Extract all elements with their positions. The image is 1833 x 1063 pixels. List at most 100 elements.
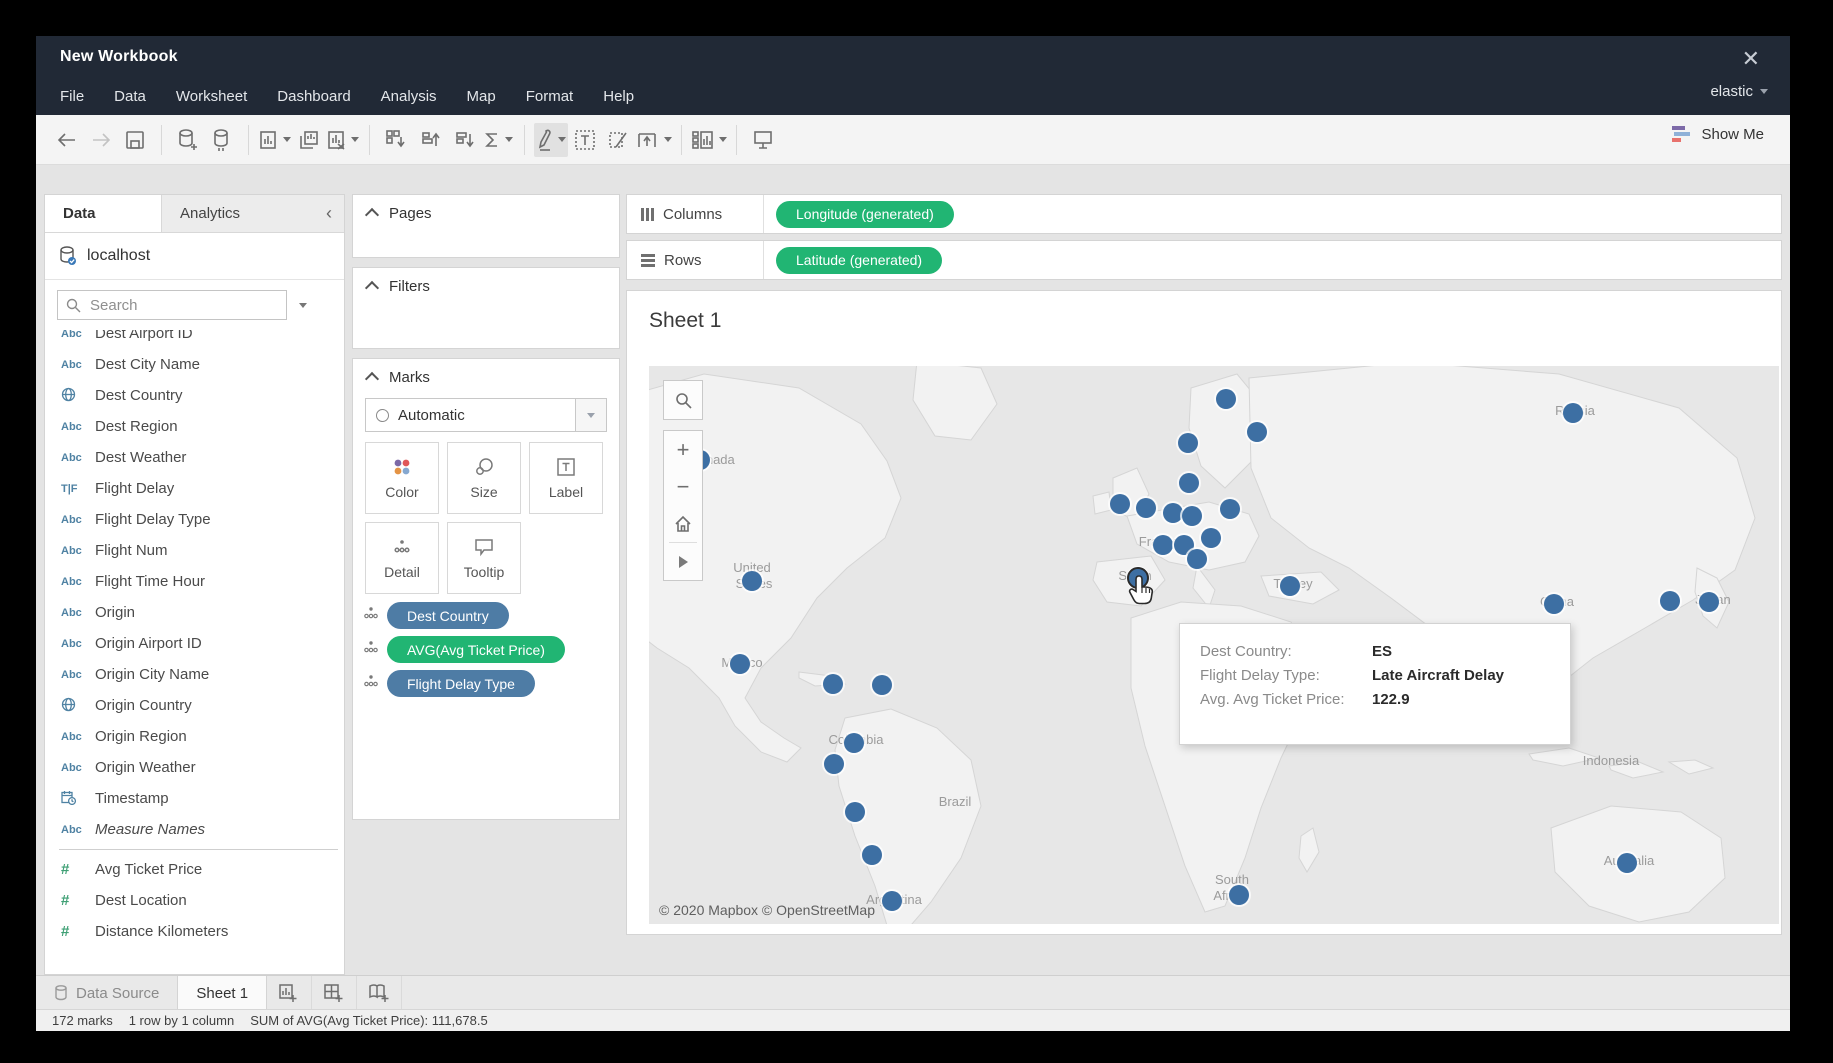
- field-item[interactable]: #Dest Location: [45, 885, 344, 916]
- field-item[interactable]: #Distance Kilometers: [45, 916, 344, 947]
- pause-updates-button[interactable]: [205, 123, 239, 157]
- field-item[interactable]: AbcOrigin Airport ID: [45, 628, 344, 659]
- show-hide-cards-button[interactable]: [691, 123, 727, 157]
- zoom-in-button[interactable]: +: [664, 431, 702, 468]
- field-item[interactable]: AbcMeasure Names: [45, 814, 344, 845]
- map-mark[interactable]: [824, 754, 844, 774]
- map-mark[interactable]: [1280, 576, 1300, 596]
- fix-axes-button[interactable]: [636, 123, 672, 157]
- new-worksheet-button[interactable]: [258, 123, 292, 157]
- menu-data[interactable]: Data: [114, 88, 146, 105]
- map-mark[interactable]: [742, 571, 762, 591]
- field-item[interactable]: AbcDest Region: [45, 411, 344, 442]
- menu-help[interactable]: Help: [603, 88, 634, 105]
- map-mark[interactable]: [1136, 498, 1156, 518]
- search-box[interactable]: [57, 290, 287, 320]
- new-story-tab-button[interactable]: [357, 976, 402, 1010]
- field-item[interactable]: AbcFlight Num: [45, 535, 344, 566]
- map-mark[interactable]: [1563, 403, 1583, 423]
- field-item[interactable]: AbcFlight Time Hour: [45, 566, 344, 597]
- collapse-chevron-icon[interactable]: [365, 372, 379, 386]
- map-mark[interactable]: [862, 845, 882, 865]
- map-mark[interactable]: [1110, 494, 1130, 514]
- zoom-home-button[interactable]: [664, 505, 702, 542]
- presentation-mode-button[interactable]: [746, 123, 780, 157]
- menu-format[interactable]: Format: [526, 88, 574, 105]
- pan-controls-button[interactable]: [664, 543, 702, 580]
- collapse-pane-icon[interactable]: ‹: [314, 195, 344, 232]
- map-mark[interactable]: [1178, 433, 1198, 453]
- field-item[interactable]: Dest Country: [45, 380, 344, 411]
- sort-descending-button[interactable]: [447, 123, 481, 157]
- highlight-button[interactable]: [534, 123, 568, 157]
- marks-pill[interactable]: Flight Delay Type: [387, 670, 535, 697]
- menu-dashboard[interactable]: Dashboard: [277, 88, 350, 105]
- menu-map[interactable]: Map: [467, 88, 496, 105]
- map-view[interactable]: CanadaUnitedStatesMexicoColombiaBrazilAr…: [649, 366, 1779, 924]
- menu-worksheet[interactable]: Worksheet: [176, 88, 247, 105]
- color-button[interactable]: Color: [365, 442, 439, 514]
- map-mark[interactable]: [1182, 506, 1202, 526]
- shelf-pill[interactable]: Latitude (generated): [776, 247, 942, 274]
- field-item[interactable]: Origin Country: [45, 690, 344, 721]
- new-datasource-button[interactable]: [171, 123, 205, 157]
- map-mark[interactable]: [1187, 549, 1207, 569]
- show-me-button[interactable]: Show Me: [1670, 125, 1764, 143]
- map-mark[interactable]: [1216, 389, 1236, 409]
- tab-data-source[interactable]: Data Source: [36, 976, 177, 1010]
- map-search-button[interactable]: [663, 380, 703, 420]
- field-item[interactable]: Timestamp: [45, 783, 344, 814]
- field-item[interactable]: T|FFlight Delay: [45, 473, 344, 504]
- tab-analytics[interactable]: Analytics: [162, 195, 314, 232]
- map-mark[interactable]: [844, 733, 864, 753]
- tab-data[interactable]: Data: [45, 195, 162, 232]
- size-button[interactable]: Size: [447, 442, 521, 514]
- detail-button[interactable]: Detail: [365, 522, 439, 594]
- field-item[interactable]: AbcOrigin Region: [45, 721, 344, 752]
- field-item[interactable]: AbcOrigin Weather: [45, 752, 344, 783]
- columns-shelf[interactable]: Columns Longitude (generated): [626, 194, 1782, 234]
- connection-row[interactable]: localhost: [45, 233, 344, 280]
- menu-analysis[interactable]: Analysis: [381, 88, 437, 105]
- map-mark[interactable]: [730, 654, 750, 674]
- duplicate-sheet-button[interactable]: [292, 123, 326, 157]
- map-mark[interactable]: [1163, 503, 1183, 523]
- map-mark[interactable]: [1220, 499, 1240, 519]
- mark-type-caret[interactable]: [575, 399, 606, 431]
- collapse-chevron-icon[interactable]: [365, 208, 379, 222]
- field-item[interactable]: AbcOrigin City Name: [45, 659, 344, 690]
- map-mark[interactable]: [882, 891, 902, 911]
- map-mark[interactable]: [1544, 594, 1564, 614]
- map-mark[interactable]: [845, 802, 865, 822]
- menu-file[interactable]: File: [60, 88, 84, 105]
- map-mark[interactable]: [1153, 535, 1173, 555]
- marks-pill[interactable]: Dest Country: [387, 602, 509, 629]
- mark-type-dropdown[interactable]: Automatic: [365, 398, 607, 432]
- field-item[interactable]: AbcDest City Name: [45, 349, 344, 380]
- field-item[interactable]: AbcOrigin: [45, 597, 344, 628]
- map-mark[interactable]: [1179, 473, 1199, 493]
- new-dashboard-tab-button[interactable]: [312, 976, 357, 1010]
- tab-sheet-1[interactable]: Sheet 1: [177, 976, 267, 1010]
- map-mark[interactable]: [1617, 853, 1637, 873]
- map-mark[interactable]: [823, 674, 843, 694]
- map-mark[interactable]: [872, 675, 892, 695]
- new-worksheet-tab-button[interactable]: [267, 976, 312, 1010]
- field-item[interactable]: #Avg Ticket Price: [45, 854, 344, 885]
- field-options-caret[interactable]: [299, 303, 307, 308]
- field-item[interactable]: AbcDest Weather: [45, 442, 344, 473]
- map-mark[interactable]: [1201, 528, 1221, 548]
- sort-ascending-button[interactable]: [413, 123, 447, 157]
- map-mark[interactable]: [1699, 592, 1719, 612]
- redo-button[interactable]: [84, 123, 118, 157]
- search-input[interactable]: [88, 296, 272, 315]
- label-button[interactable]: Label: [529, 442, 603, 514]
- undo-button[interactable]: [50, 123, 84, 157]
- save-button[interactable]: [118, 123, 152, 157]
- totals-button[interactable]: [481, 123, 515, 157]
- marks-pill[interactable]: AVG(Avg Ticket Price): [387, 636, 565, 663]
- close-icon[interactable]: ✕: [1742, 46, 1760, 72]
- format-button[interactable]: [602, 123, 636, 157]
- collapse-chevron-icon[interactable]: [365, 281, 379, 295]
- shelf-pill[interactable]: Longitude (generated): [776, 201, 954, 228]
